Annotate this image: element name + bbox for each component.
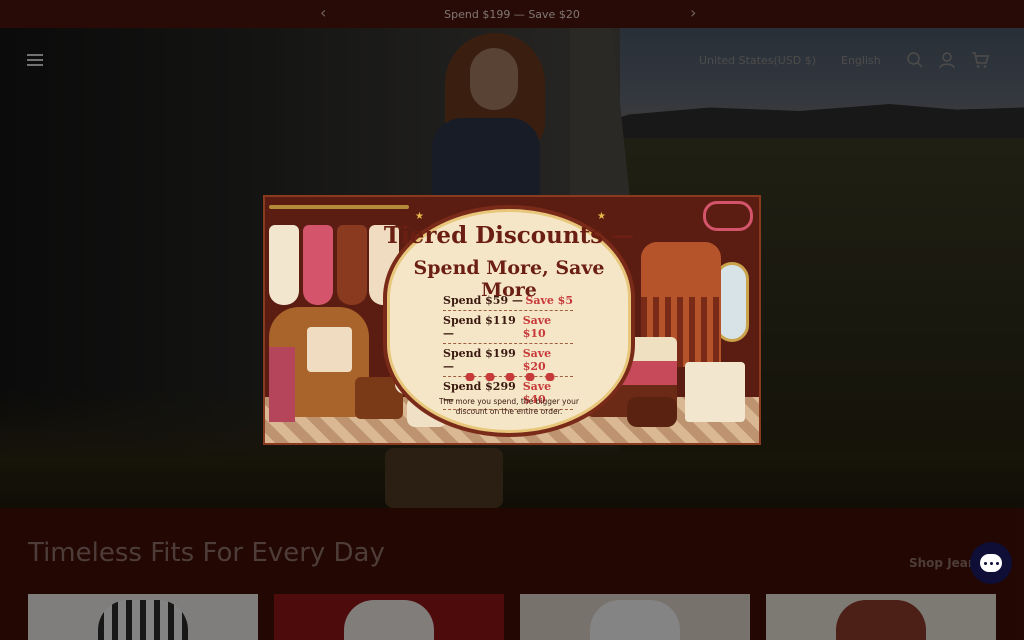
promo-title: Tiered Discounts — [383,222,635,249]
clothes-rack [269,205,409,209]
star-icon: ★ [415,211,424,222]
promo-note: The more you spend, the bigger your disc… [439,397,579,416]
tier-spend: Spend $199 — [443,347,516,373]
star-icon: ★ [597,211,606,222]
floral-divider [460,373,560,381]
bow-illustration [703,201,753,231]
tier-save: Save $10 [522,314,552,340]
chat-bubble-icon [980,554,1002,572]
tier-row: Spend $119 — Save $10 [443,311,573,344]
dress-illustration [303,225,333,305]
tier-spend: Spend $119 — [443,314,516,340]
tier-save: Save $20 [522,347,552,373]
pillow-illustration [307,327,352,372]
tote-bag-illustration [685,362,745,422]
chat-button[interactable] [970,542,1012,584]
tier-save: Save $5 [525,294,573,307]
dress-illustration [337,225,367,305]
scarf-illustration [269,347,295,422]
tier-row: Spend $59 — Save $5 [443,291,573,311]
tier-spend: Spend $59 — [443,294,523,307]
discount-tiers: Spend $59 — Save $5 Spend $119 — Save $1… [443,291,573,410]
dress-illustration [269,225,299,305]
loafers-illustration [627,397,677,427]
promo-popup[interactable]: ★ ★ Tiered Discounts — Spend More, Save … [263,195,761,445]
